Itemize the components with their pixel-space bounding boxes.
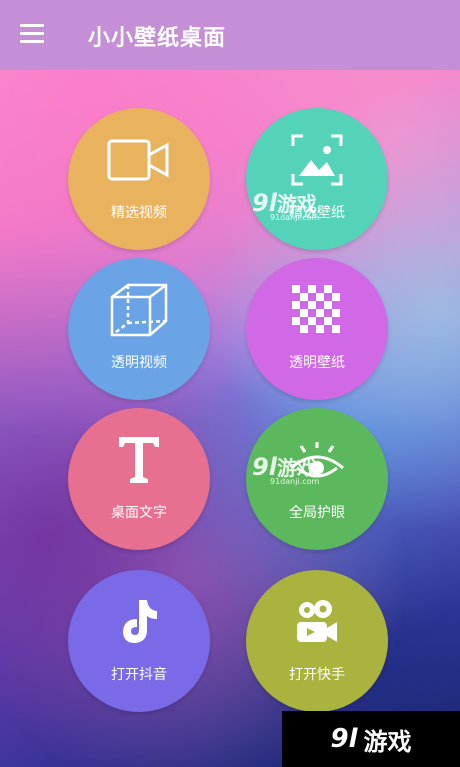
- open-kuaishou-button[interactable]: 打开快手: [246, 570, 388, 712]
- tile-label: 打开抖音: [111, 667, 167, 683]
- tile-label: 桌面文字: [111, 505, 167, 521]
- cube-icon: [108, 282, 170, 338]
- tile-label: 精选视频: [111, 205, 167, 221]
- site-watermark: 9l游戏 91danji.com: [252, 189, 320, 222]
- tile-label: 打开快手: [289, 667, 345, 683]
- kuaishou-icon: [293, 594, 341, 650]
- featured-video-button[interactable]: 精选视频: [68, 108, 210, 250]
- site-watermark: 9l游戏 91danji.com: [252, 453, 320, 486]
- tiktok-icon: [119, 594, 159, 650]
- transparent-wallpaper-button[interactable]: 透明壁纸: [246, 258, 388, 400]
- corner-logo: 9l 游戏: [282, 711, 460, 767]
- open-douyin-button[interactable]: 打开抖音: [68, 570, 210, 712]
- tile-label: 全局护眼: [289, 505, 345, 521]
- hamburger-menu-icon[interactable]: [20, 24, 46, 46]
- image-frame-icon: [289, 132, 345, 188]
- tile-label: 透明视频: [111, 355, 167, 371]
- tile-label: 透明壁纸: [289, 355, 345, 371]
- page-title: 小小壁纸桌面: [88, 26, 227, 51]
- video-camera-icon: [107, 132, 171, 188]
- checkerboard-icon: [292, 282, 342, 338]
- featured-wallpaper-button[interactable]: 精选壁纸: [246, 108, 388, 250]
- app-header: 小小壁纸桌面: [0, 0, 460, 70]
- text-t-icon: [117, 432, 161, 488]
- desktop-text-button[interactable]: 桌面文字: [68, 408, 210, 550]
- transparent-video-button[interactable]: 透明视频: [68, 258, 210, 400]
